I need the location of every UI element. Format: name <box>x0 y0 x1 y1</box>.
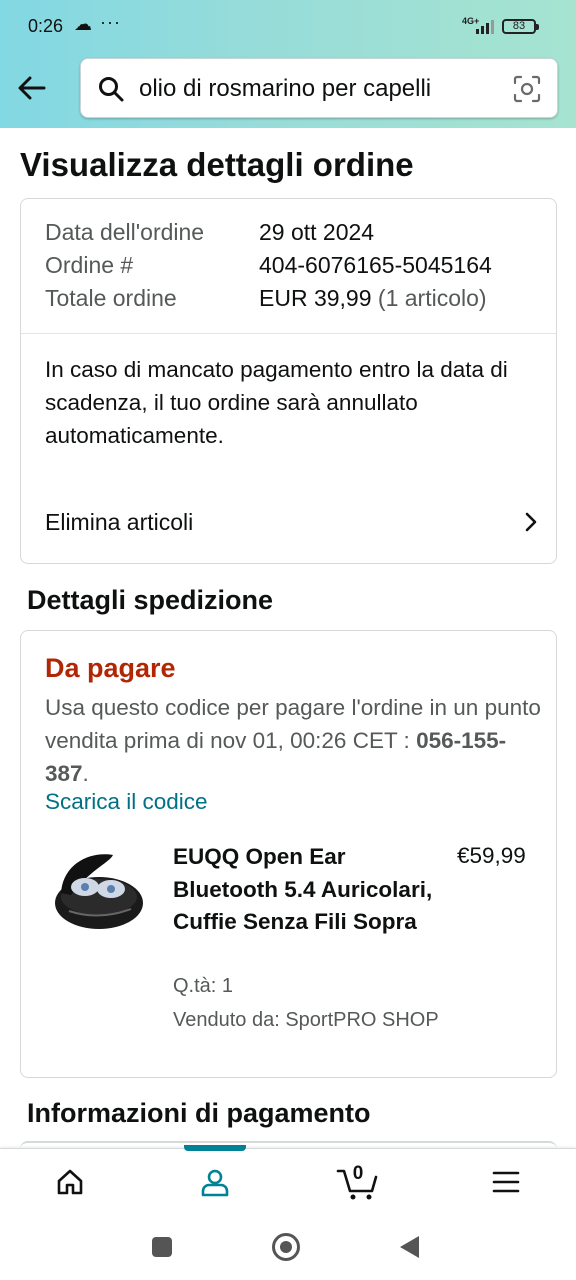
camera-search-icon[interactable] <box>513 75 541 103</box>
status-time: 0:26 <box>28 16 64 36</box>
page-title: Visualizza dettagli ordine <box>20 146 414 183</box>
app-header: 0:26 ☁ ··· 4G+ 83 olio di rosmarino per … <box>0 0 576 128</box>
system-navigation-bar <box>0 1216 576 1280</box>
payment-code-suffix: . <box>82 761 89 786</box>
search-bar[interactable]: olio di rosmarino per capelli <box>80 58 558 118</box>
menu-icon[interactable] <box>491 1167 521 1197</box>
nav-cart[interactable]: 0 <box>318 1149 398 1217</box>
cancellation-warning: In caso di mancato pagamento entro la da… <box>45 357 508 448</box>
home-button-icon[interactable] <box>272 1233 300 1261</box>
product-seller: Venduto da: SportPRO SHOP <box>173 1009 439 1031</box>
order-total-value: EUR 39,99 (1 articolo) <box>259 285 487 312</box>
chevron-right-icon[interactable] <box>521 510 541 534</box>
product-thumbnail[interactable] <box>51 843 151 943</box>
user-icon[interactable] <box>200 1167 230 1197</box>
search-input[interactable]: olio di rosmarino per capelli <box>139 75 431 103</box>
product-quantity: Q.tà: 1 <box>173 975 234 997</box>
order-date-value: 29 ott 2024 <box>259 219 375 245</box>
back-arrow-icon[interactable] <box>12 68 52 108</box>
search-icon[interactable] <box>97 75 125 103</box>
order-total-amount: EUR 39,99 <box>259 285 372 311</box>
product-price: €59,99 <box>457 843 526 868</box>
order-number-value: 404-6076165-5045164 <box>259 252 492 278</box>
back-button-icon[interactable] <box>400 1236 419 1258</box>
signal-icon <box>476 20 494 34</box>
nav-menu[interactable] <box>466 1149 546 1217</box>
order-number-label: Ordine # <box>45 252 134 278</box>
product-title[interactable]: EUQQ Open Ear Bluetooth 5.4 Auricolari, … <box>173 841 433 939</box>
shipping-section-title: Dettagli spedizione <box>27 585 274 615</box>
cart-icon[interactable] <box>336 1167 380 1201</box>
payment-status: Da pagare <box>45 653 176 683</box>
payment-instructions: Usa questo codice per pagare l'ordine in… <box>45 691 545 790</box>
bottom-navigation: 0 <box>0 1145 576 1217</box>
payment-section-title: Informazioni di pagamento <box>27 1098 371 1128</box>
order-item-count: (1 articolo) <box>377 285 487 311</box>
order-summary-card: Data dell'ordine 29 ott 2024 Ordine # 40… <box>20 198 557 564</box>
delete-items-link[interactable]: Elimina articoli <box>45 509 193 536</box>
order-total-label: Totale ordine <box>45 285 177 311</box>
nav-account[interactable] <box>175 1149 255 1217</box>
shipping-card: Da pagare Usa questo codice per pagare l… <box>20 630 557 1078</box>
order-date-label: Data dell'ordine <box>45 219 205 245</box>
status-bar: 0:26 ☁ ··· 4G+ 83 <box>0 0 576 52</box>
cloud-icon: ☁ <box>74 14 92 34</box>
home-icon[interactable] <box>55 1167 85 1197</box>
nav-home[interactable] <box>30 1149 110 1217</box>
recent-apps-icon[interactable] <box>152 1237 172 1257</box>
more-notifications-icon: ··· <box>100 12 121 32</box>
download-code-link[interactable]: Scarica il codice <box>45 789 208 815</box>
divider <box>21 333 556 334</box>
battery-icon: 83 <box>502 19 539 34</box>
